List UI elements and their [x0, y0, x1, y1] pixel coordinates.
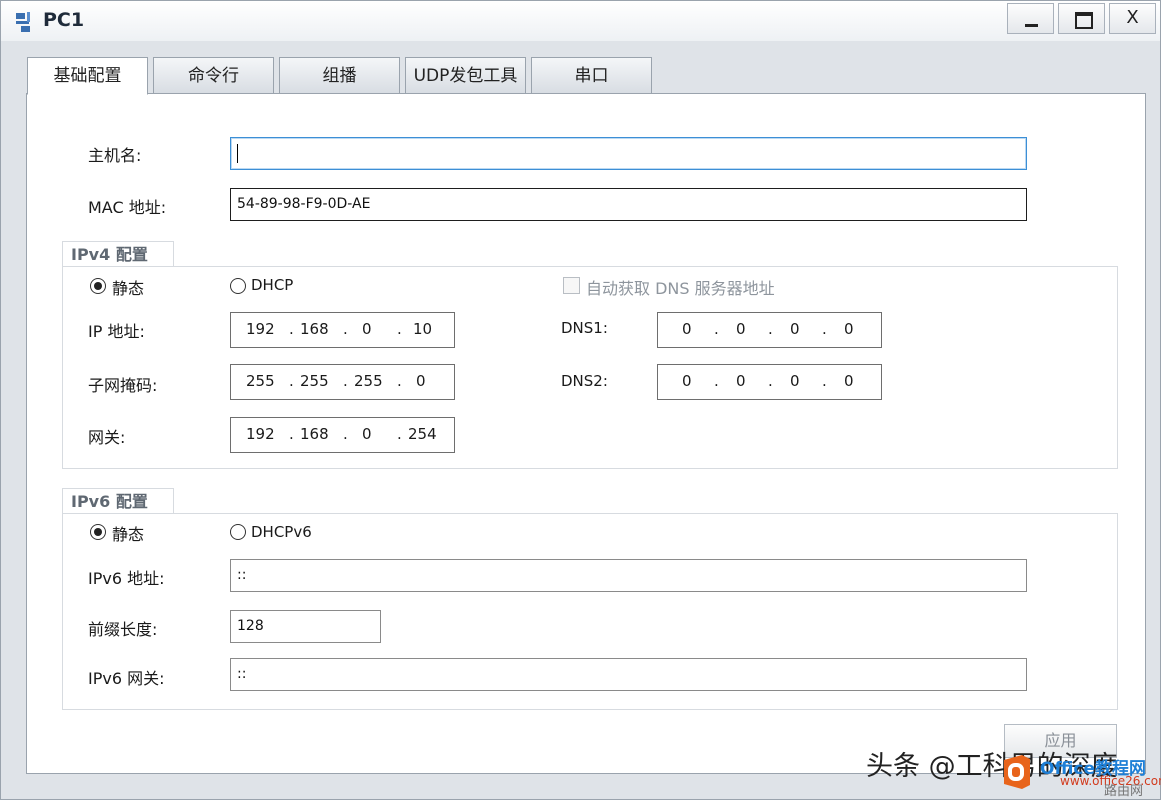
- ip-octet-1: 192: [246, 320, 275, 338]
- ip-address-input[interactable]: 192 . 168 . 0 . 10: [230, 312, 455, 348]
- mask-octet-1: 255: [246, 372, 275, 390]
- prefix-length-label: 前缀长度:: [88, 620, 158, 639]
- dns2-octet-4: 0: [844, 372, 854, 390]
- text-caret: [237, 144, 238, 163]
- subnet-mask-input[interactable]: 255 . 255 . 255 . 0: [230, 364, 455, 400]
- ipv6-dhcpv6-label: DHCPv6: [251, 523, 312, 541]
- mask-octet-2: 255: [300, 372, 329, 390]
- hostname-input[interactable]: [230, 137, 1027, 170]
- close-button[interactable]: X: [1109, 3, 1156, 34]
- ipv6-group-title: IPv6 配置: [62, 488, 174, 514]
- dns2-octet-3: 0: [790, 372, 800, 390]
- dns1-octet-4: 0: [844, 320, 854, 338]
- tab-multicast[interactable]: 组播: [279, 57, 400, 94]
- dns2-label: DNS2:: [561, 372, 608, 390]
- hostname-label: 主机名:: [88, 146, 142, 165]
- dns1-octet-3: 0: [790, 320, 800, 338]
- ipv4-group-title: IPv4 配置: [62, 241, 174, 267]
- mask-octet-4: 0: [416, 372, 426, 390]
- ipv6-address-label: IPv6 地址:: [88, 569, 165, 588]
- dns2-octet-2: 0: [736, 372, 746, 390]
- maximize-button[interactable]: [1058, 3, 1105, 34]
- close-icon: X: [1126, 7, 1139, 28]
- mac-label: MAC 地址:: [88, 198, 167, 217]
- maximize-icon: [1075, 12, 1093, 29]
- network-pc-icon: [16, 12, 30, 32]
- gateway-input[interactable]: 192 . 168 . 0 . 254: [230, 417, 455, 453]
- gw-octet-4: 254: [408, 425, 437, 443]
- minimize-icon: [1025, 24, 1038, 27]
- router-watermark: 路由网: [1104, 784, 1144, 799]
- auto-dns-label: 自动获取 DNS 服务器地址: [586, 279, 775, 298]
- mac-address-field[interactable]: 54-89-98-F9-0D-AE: [230, 188, 1027, 221]
- ipv4-static-radio[interactable]: [90, 278, 106, 294]
- dns1-octet-1: 0: [682, 320, 692, 338]
- ipv4-static-label: 静态: [112, 279, 145, 298]
- ipv6-static-radio[interactable]: [90, 524, 106, 540]
- ipv6-gateway-label: IPv6 网关:: [88, 669, 165, 688]
- dns1-octet-2: 0: [736, 320, 746, 338]
- gw-octet-3: 0: [362, 425, 372, 443]
- ip-octet-4: 10: [413, 320, 433, 338]
- ip-address-label: IP 地址:: [88, 322, 145, 341]
- tab-serial-port[interactable]: 串口: [531, 57, 652, 94]
- ipv4-dhcp-radio[interactable]: [230, 278, 246, 294]
- basic-config-panel: 主机名: MAC 地址: 54-89-98-F9-0D-AE IPv4 配置 静…: [26, 93, 1146, 774]
- title-bar[interactable]: PC1 X: [1, 1, 1160, 41]
- ip-octet-2: 168: [300, 320, 329, 338]
- window-title: PC1: [43, 9, 85, 31]
- dns2-octet-1: 0: [682, 372, 692, 390]
- ip-octet-3: 0: [362, 320, 372, 338]
- tab-command-line[interactable]: 命令行: [153, 57, 274, 94]
- tab-basic-config[interactable]: 基础配置: [27, 57, 148, 95]
- gw-octet-1: 192: [246, 425, 275, 443]
- mask-octet-3: 255: [354, 372, 383, 390]
- gateway-label: 网关:: [88, 428, 126, 447]
- office-logo-icon: [1004, 755, 1030, 789]
- auto-dns-checkbox[interactable]: [563, 277, 580, 294]
- ipv6-gateway-input[interactable]: ::: [230, 658, 1027, 691]
- prefix-length-input[interactable]: 128: [230, 610, 381, 643]
- minimize-button[interactable]: [1007, 3, 1054, 34]
- dns2-input[interactable]: 0 . 0 . 0 . 0: [657, 364, 882, 400]
- dns1-label: DNS1:: [561, 319, 608, 337]
- ipv6-dhcpv6-radio[interactable]: [230, 524, 246, 540]
- gw-octet-2: 168: [300, 425, 329, 443]
- ipv6-address-input[interactable]: ::: [230, 559, 1027, 592]
- ipv6-static-label: 静态: [112, 525, 145, 544]
- tab-udp-tool[interactable]: UDP发包工具: [405, 57, 526, 94]
- subnet-mask-label: 子网掩码:: [88, 376, 158, 395]
- ipv4-dhcp-label: DHCP: [251, 276, 294, 294]
- dns1-input[interactable]: 0 . 0 . 0 . 0: [657, 312, 882, 348]
